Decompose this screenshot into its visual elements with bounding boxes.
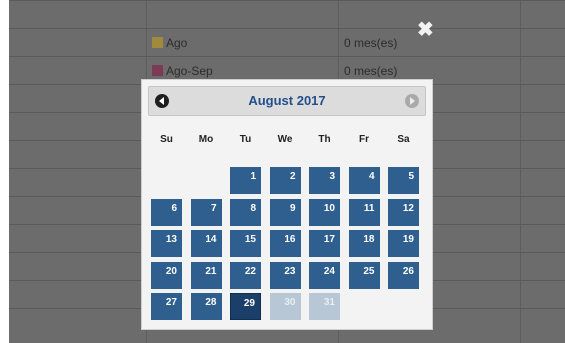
day-cell[interactable]: 10 — [309, 198, 340, 226]
day-cell[interactable]: 21 — [190, 261, 222, 289]
day-cell[interactable]: 15 — [230, 230, 261, 257]
close-icon[interactable]: ✖ — [417, 20, 434, 40]
weekday-header: Su Mo Tu We Th Fr Sa — [151, 134, 427, 152]
weekday-label: Th — [318, 134, 331, 145]
day-cell[interactable]: 25 — [348, 261, 380, 289]
day-cell: 31 — [309, 293, 340, 320]
weekday-label: Sa — [397, 134, 410, 145]
day-cell: 30 — [269, 293, 301, 320]
day-cell[interactable]: 28 — [190, 293, 222, 320]
day-cell[interactable]: 11 — [348, 198, 380, 226]
day-cell-today[interactable]: 29 — [230, 293, 261, 320]
day-cell[interactable]: 1 — [230, 167, 261, 194]
day-cell[interactable]: 14 — [190, 230, 222, 257]
weekday-label: Su — [160, 134, 173, 145]
weekday-label: We — [277, 134, 293, 145]
day-cell[interactable]: 17 — [309, 230, 340, 257]
day-cell[interactable]: 19 — [388, 230, 419, 257]
day-cell[interactable]: 5 — [388, 167, 419, 194]
day-cell[interactable]: 18 — [348, 230, 380, 257]
day-cell[interactable]: 12 — [388, 198, 419, 226]
day-cell[interactable]: 7 — [190, 198, 222, 226]
month-title: August 2017 — [248, 93, 326, 108]
period-label: Ago-Sep — [166, 64, 213, 78]
weekday-label: Fr — [359, 134, 369, 145]
day-cell[interactable]: 23 — [269, 261, 301, 289]
day-cell[interactable]: 6 — [151, 198, 182, 226]
day-cell[interactable]: 22 — [230, 261, 261, 289]
day-cell[interactable]: 8 — [230, 198, 261, 226]
day-cell[interactable]: 26 — [388, 261, 419, 289]
day-cell[interactable]: 24 — [309, 261, 340, 289]
period-label: Ago — [166, 36, 188, 50]
day-cell[interactable]: 4 — [348, 167, 380, 194]
table-row: Ago 0 mes(es) — [9, 28, 565, 57]
day-cell[interactable]: 9 — [269, 198, 301, 226]
day-cell[interactable]: 27 — [151, 293, 182, 320]
day-cell[interactable]: 20 — [151, 261, 182, 289]
day-cell[interactable]: 16 — [269, 230, 301, 257]
weekday-label: Mo — [198, 134, 214, 145]
day-cell[interactable]: 2 — [269, 167, 301, 194]
table-row — [9, 0, 565, 29]
color-swatch — [152, 65, 163, 76]
datepicker-popup: August 2017 Su Mo Tu We Th Fr Sa 1 2 3 4 5 6 7 8 9 10 11… — [141, 79, 433, 330]
duration-cell: 0 mes(es) — [344, 36, 398, 50]
day-cell[interactable]: 13 — [151, 230, 182, 257]
datepicker-header: August 2017 — [148, 86, 426, 116]
day-cell[interactable]: 3 — [309, 167, 340, 194]
period-cell: Ago — [152, 29, 187, 57]
next-month-icon[interactable] — [405, 94, 419, 108]
color-swatch — [152, 37, 163, 48]
weekday-label: Tu — [239, 134, 252, 145]
